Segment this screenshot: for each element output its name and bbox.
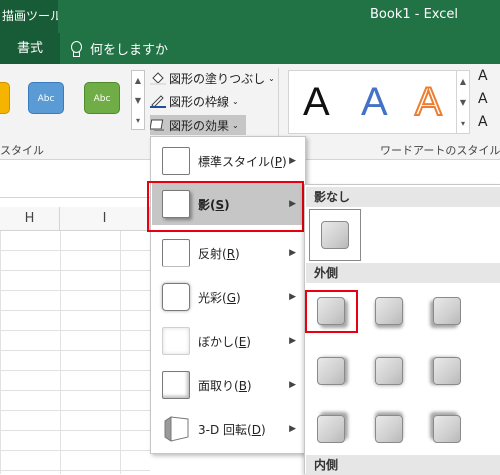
column-header-h[interactable]: H [0,207,60,231]
shape-style-green[interactable]: Abc [84,82,120,114]
gallery-more-icon[interactable]: ▾ [457,113,469,134]
highlight-box-shadow-item [147,181,304,232]
outer-shadow-offset-diagonal-bottom-left[interactable] [433,297,461,325]
wordart-gallery-scroll[interactable]: ▲ ▼ ▾ [456,70,470,134]
outer-shadow-offset-center[interactable] [375,357,403,385]
chevron-right-icon: ▶ [289,156,296,166]
chevron-right-icon: ▶ [289,336,296,346]
chevron-right-icon: ▶ [289,248,296,258]
menu-item-bevel[interactable]: 面取り(B) ▶ [152,365,304,405]
wordart-style-black[interactable]: A [303,77,330,127]
contextual-tab-label: 描画ツール [0,0,58,33]
no-shadow-option[interactable] [309,209,361,261]
outer-shadow-offset-bottom[interactable] [375,297,403,325]
scroll-up-icon[interactable]: ▲ [457,71,469,92]
section-header-inner: 内側 [306,455,500,475]
soft-edges-effect-icon [162,327,190,355]
lightbulb-icon [70,40,82,57]
shape-outline-button[interactable]: 図形の枠線 ⌄ [150,91,239,111]
highlight-box-outer-shadow-option [305,290,358,333]
chevron-right-icon: ▶ [289,424,296,434]
gallery-more-icon[interactable]: ▾ [132,111,144,131]
outer-shadow-offset-top[interactable] [375,415,403,443]
shape-styles-group-label: スタイル [0,144,44,157]
tell-me-box[interactable]: 何をしますか [70,33,168,64]
outer-shadow-offset-left[interactable] [433,357,461,385]
shape-style-gallery-scroll[interactable]: ▲ ▼ ▾ [131,70,145,130]
menu-item-reflection[interactable]: 反射(R) ▶ [152,233,304,273]
reflection-effect-icon [162,239,190,267]
outer-shadow-offset-diagonal-top-right[interactable] [317,415,345,443]
shape-effects-icon [150,119,164,131]
chevron-right-icon: ▶ [289,292,296,302]
text-fill-icon[interactable]: A [478,68,488,84]
preset-effect-icon [162,147,190,175]
wordart-group-label: ワードアートのスタイル [380,144,500,157]
wordart-gallery: A A A [288,70,460,134]
shape-effects-label: 図形の効果 [169,118,230,133]
no-shadow-preview [321,221,349,249]
scroll-down-icon[interactable]: ▼ [457,92,469,113]
tell-me-label: 何をしますか [90,43,169,58]
wordart-style-blue[interactable]: A [361,77,388,127]
text-outline-icon[interactable]: A [478,91,488,107]
menu-item-preset[interactable]: 標準スタイル(P) ▶ [152,141,304,181]
3d-rotation-effect-icon [164,416,189,442]
scroll-up-icon[interactable]: ▲ [132,71,144,91]
window-title: Book1 - Excel [370,7,459,22]
shape-style-yellow[interactable] [0,82,10,114]
scroll-down-icon[interactable]: ▼ [132,91,144,111]
worksheet-grid[interactable] [0,231,150,474]
glow-effect-icon [162,283,190,311]
shape-effects-button[interactable]: 図形の効果 ⌄ [150,115,246,135]
column-header-i[interactable]: I [60,207,150,231]
ribbon-tab-bar: 書式 何をしますか [0,33,500,64]
section-header-no-shadow: 影なし [306,187,500,207]
menu-item-glow[interactable]: 光彩(G) ▶ [152,277,304,317]
wordart-style-orange-outline[interactable]: A [414,77,443,127]
section-header-outer: 外側 [306,263,500,283]
chevron-right-icon: ▶ [289,380,296,390]
tab-format[interactable]: 書式 [0,33,60,64]
title-bar: 描画ツール Book1 - Excel [0,0,500,33]
shape-fill-label: 図形の塗りつぶし [169,71,266,86]
text-effects-icon[interactable]: A [478,114,488,130]
ribbon-separator [278,68,279,146]
outer-shadow-offset-diagonal-top-left[interactable] [433,415,461,443]
menu-item-3d-rotation[interactable]: 3-D 回転(D) ▶ [152,409,304,449]
shape-outline-label: 図形の枠線 [169,94,230,109]
bevel-effect-icon [162,371,190,399]
shape-style-blue[interactable]: Abc [28,82,64,114]
pencil-icon [150,95,166,108]
outer-shadow-offset-right[interactable] [317,357,345,385]
menu-item-soft-edges[interactable]: ぼかし(E) ▶ [152,321,304,361]
shape-fill-button[interactable]: 図形の塗りつぶし ⌄ [150,68,275,88]
paint-bucket-icon [150,72,166,85]
